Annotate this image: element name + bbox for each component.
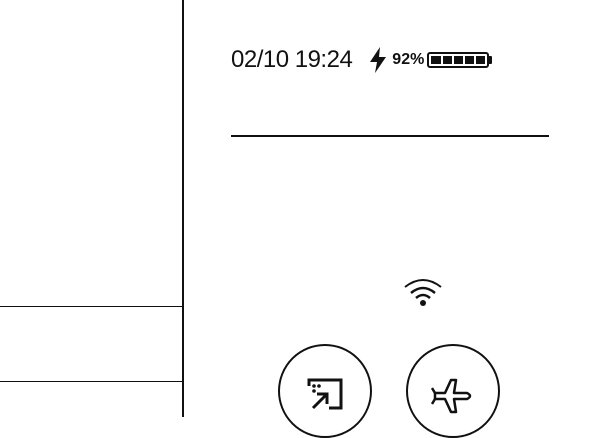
list-divider bbox=[0, 381, 182, 382]
bolt-icon bbox=[368, 46, 388, 74]
battery-percent: 92% bbox=[392, 51, 425, 68]
left-panel bbox=[0, 0, 182, 417]
airplane-mode-icon bbox=[431, 378, 472, 414]
screen-cast-button[interactable] bbox=[278, 344, 372, 438]
battery-icon bbox=[427, 52, 493, 68]
screen-cast-icon bbox=[307, 378, 343, 410]
datetime: 02/10 19:24 bbox=[231, 46, 353, 73]
header-divider bbox=[231, 135, 549, 137]
list-divider bbox=[0, 306, 182, 307]
airplane-mode-button[interactable] bbox=[406, 344, 500, 438]
wifi-icon[interactable] bbox=[403, 276, 443, 308]
panel-divider bbox=[182, 0, 184, 417]
status-bar: 02/10 19:24 92% bbox=[231, 40, 493, 80]
